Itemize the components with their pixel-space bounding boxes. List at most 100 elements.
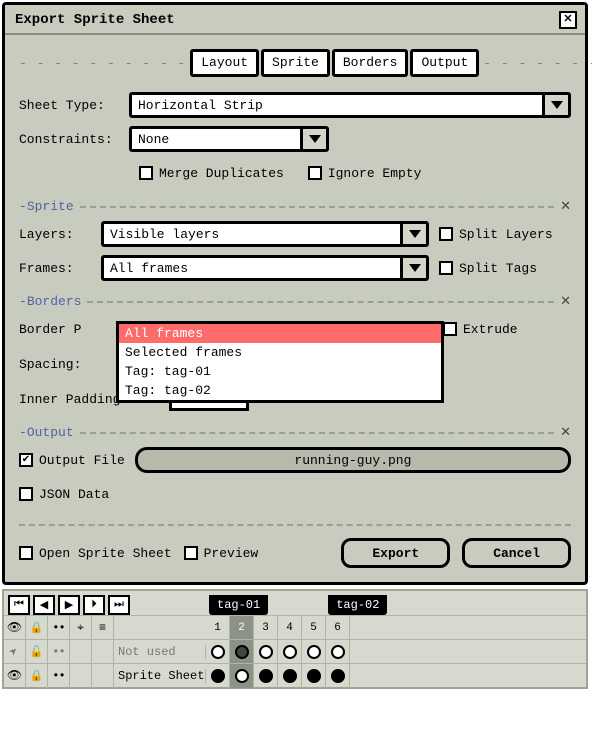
frames-option-selected[interactable]: Selected frames (119, 343, 441, 362)
timeline-grid: 1 2 3 4 5 6 Not used Spr (4, 615, 586, 687)
timeline-header-row: 1 2 3 4 5 6 (4, 615, 586, 639)
cel[interactable] (278, 664, 302, 688)
json-data-checkbox[interactable]: JSON Data (19, 487, 109, 502)
constraints-row: Constraints: None (19, 125, 571, 153)
frames-option-tag-02[interactable]: Tag: tag-02 (119, 381, 441, 400)
first-frame-button[interactable]: ⏮ (8, 595, 30, 615)
split-tags-checkbox[interactable]: Split Tags (439, 261, 537, 276)
tag-chip-1[interactable]: tag-01 (209, 595, 268, 615)
tab-sprite[interactable]: Sprite (261, 49, 330, 77)
spacing-label: Spacing: (19, 357, 95, 372)
cel[interactable] (302, 664, 326, 688)
chevron-down-icon (300, 129, 326, 149)
open-sprite-sheet-checkbox[interactable]: Open Sprite Sheet (19, 546, 172, 561)
titlebar: Export Sprite Sheet ✕ (5, 5, 585, 35)
chevron-down-icon (400, 224, 426, 244)
frames-label: Frames: (19, 261, 91, 276)
cel[interactable] (302, 640, 326, 664)
cel[interactable] (230, 640, 254, 664)
next-frame-button[interactable]: ⏵ (83, 595, 105, 615)
sheet-type-select[interactable]: Horizontal Strip (129, 92, 571, 118)
lock-cell[interactable] (26, 664, 48, 688)
prev-frame-button[interactable]: ◀ (33, 595, 55, 615)
anchor-header-icon[interactable] (70, 616, 92, 640)
last-frame-button[interactable]: ⏭ (108, 595, 130, 615)
checkbox-box (439, 261, 453, 275)
visibility-cell[interactable] (4, 640, 26, 664)
cel[interactable] (206, 640, 230, 664)
output-file-value: running-guy.png (294, 453, 411, 468)
ignore-empty-label: Ignore Empty (328, 166, 422, 181)
preview-checkbox[interactable]: Preview (184, 546, 259, 561)
checkbox-box (19, 453, 33, 467)
tab-output[interactable]: Output (410, 49, 479, 77)
layer-name-not-used[interactable]: Not used (114, 645, 206, 659)
frame-header-4[interactable]: 4 (278, 616, 302, 640)
cancel-button-label: Cancel (493, 546, 540, 561)
cel[interactable] (254, 664, 278, 688)
continuous-header-icon[interactable] (48, 616, 70, 640)
play-button[interactable]: ▶ (58, 595, 80, 615)
frames-option-tag-01[interactable]: Tag: tag-01 (119, 362, 441, 381)
frames-option-all[interactable]: All frames (119, 324, 441, 343)
spacer-cell (70, 640, 92, 664)
lock-header-icon[interactable] (26, 616, 48, 640)
menu-header-icon[interactable] (92, 616, 114, 640)
layers-select[interactable]: Visible layers (101, 221, 429, 247)
output-file-checkbox[interactable]: Output File (19, 453, 125, 468)
cel[interactable] (278, 640, 302, 664)
layer-row-not-used[interactable]: Not used (4, 639, 586, 663)
output-file-label: Output File (39, 453, 125, 468)
frame-header-6[interactable]: 6 (326, 616, 350, 640)
tab-borders[interactable]: Borders (332, 49, 409, 77)
cel[interactable] (254, 640, 278, 664)
frame-header-5[interactable]: 5 (302, 616, 326, 640)
constraints-value: None (138, 132, 169, 147)
sheet-type-row: Sheet Type: Horizontal Strip (19, 91, 571, 119)
cancel-button[interactable]: Cancel (462, 538, 571, 568)
merge-duplicates-checkbox[interactable]: Merge Duplicates (139, 166, 284, 181)
collapse-sprite-icon[interactable]: ✕ (560, 199, 571, 214)
frames-row: Frames: All frames Split Tags (19, 254, 571, 282)
spacer-cell (92, 640, 114, 664)
frames-select[interactable]: All frames (101, 255, 429, 281)
constraints-label: Constraints: (19, 132, 119, 147)
layer-row-sprite-sheet[interactable]: Sprite Sheet (4, 663, 586, 687)
visibility-cell[interactable] (4, 664, 26, 688)
section-sprite-label: -Sprite (19, 199, 74, 214)
cel[interactable] (326, 664, 350, 688)
sheet-type-label: Sheet Type: (19, 98, 119, 113)
cel[interactable] (326, 640, 350, 664)
frame-header-1[interactable]: 1 (206, 616, 230, 640)
layer-name-sprite-sheet[interactable]: Sprite Sheet (114, 669, 206, 683)
layers-label: Layers: (19, 227, 91, 242)
split-layers-checkbox[interactable]: Split Layers (439, 227, 553, 242)
preview-label: Preview (204, 546, 259, 561)
tabs: Layout Sprite Borders Output (190, 49, 479, 77)
constraints-select[interactable]: None (129, 126, 329, 152)
tag-chip-2[interactable]: tag-02 (328, 595, 387, 615)
cel[interactable] (230, 664, 254, 688)
visibility-header-icon[interactable] (4, 616, 26, 640)
checkbox-box (439, 227, 453, 241)
collapse-output-icon[interactable]: ✕ (560, 425, 571, 440)
section-output: -Output ✕ (19, 425, 571, 440)
sheet-type-value: Horizontal Strip (138, 98, 263, 113)
continuous-cell[interactable] (48, 640, 70, 664)
json-row: JSON Data (19, 480, 571, 508)
extrude-checkbox[interactable]: Extrude (443, 322, 518, 337)
tab-layout[interactable]: Layout (190, 49, 259, 77)
lock-cell[interactable] (26, 640, 48, 664)
continuous-cell[interactable] (48, 664, 70, 688)
frames-dropdown-popup: All frames Selected frames Tag: tag-01 T… (116, 321, 444, 403)
collapse-borders-icon[interactable]: ✕ (560, 294, 571, 309)
ignore-empty-checkbox[interactable]: Ignore Empty (308, 166, 422, 181)
export-button[interactable]: Export (341, 538, 450, 568)
cel[interactable] (206, 664, 230, 688)
output-file-field[interactable]: running-guy.png (135, 447, 571, 473)
frame-header-2[interactable]: 2 (230, 616, 254, 640)
frame-header-3[interactable]: 3 (254, 616, 278, 640)
close-button[interactable]: ✕ (559, 11, 577, 29)
checkbox-box (19, 546, 33, 560)
section-borders: -Borders ✕ (19, 294, 571, 309)
